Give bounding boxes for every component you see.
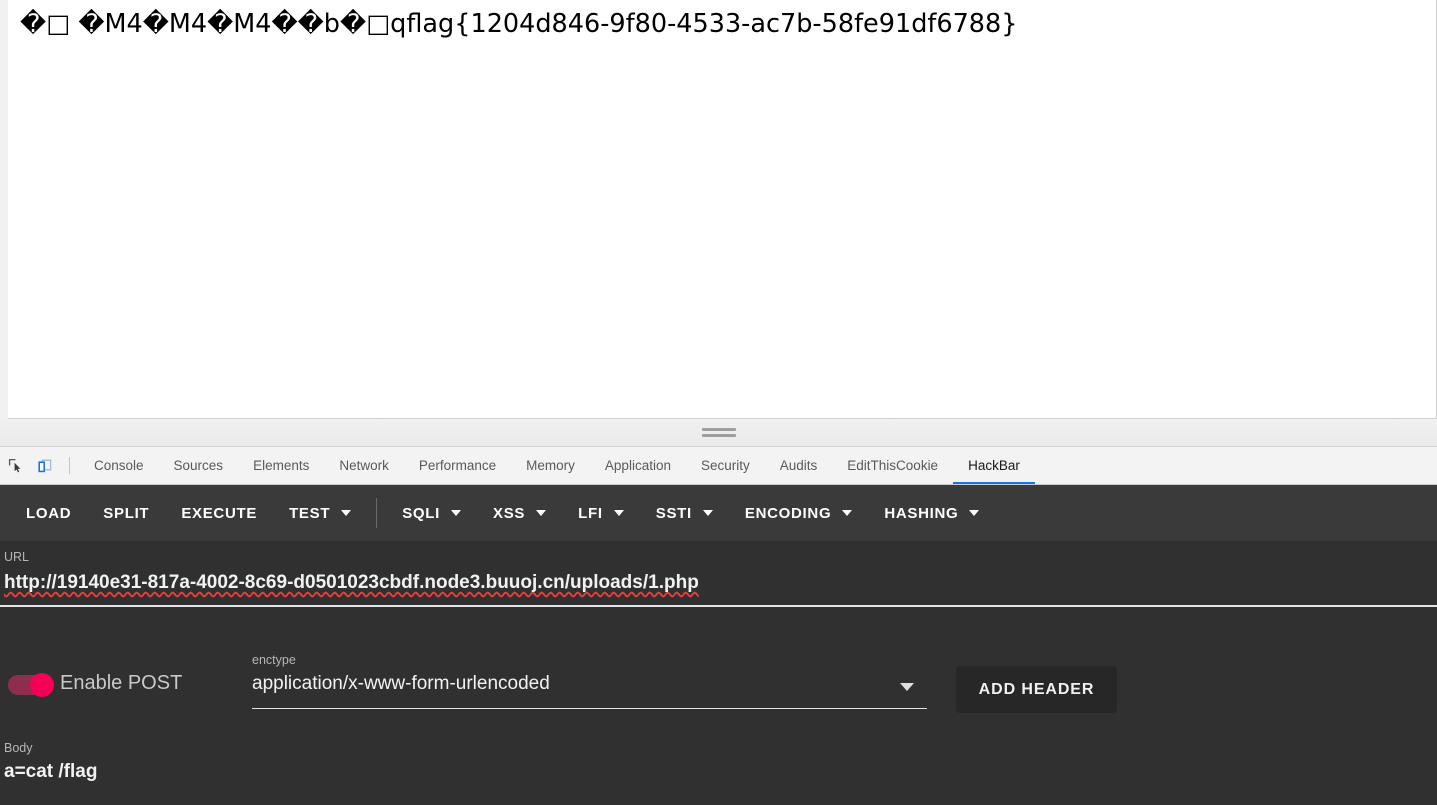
hackbar-lfi-label: LFI [578,504,603,522]
tab-audits[interactable]: Audits [765,447,833,484]
device-toolbar-icon [37,459,51,472]
tab-memory[interactable]: Memory [511,447,590,484]
hackbar-toolbar: LOAD SPLIT EXECUTE TEST SQLI XSS LFI SST… [0,485,1437,541]
inspect-element-icon [8,458,21,473]
hackbar-execute-label: EXECUTE [181,504,258,522]
hackbar-test-label: TEST [289,504,331,522]
tab-console[interactable]: Console [79,447,159,484]
chevron-down-icon[interactable] [900,683,914,691]
add-header-label: ADD HEADER [978,680,1095,698]
hackbar-xss-label: XSS [493,504,526,522]
hackbar-load-label: LOAD [26,504,72,522]
tab-editthiscookie[interactable]: EditThisCookie [832,447,953,484]
hackbar-load-button[interactable]: LOAD [10,495,87,531]
hackbar-post-section: Enable POST enctype application/x-www-fo… [0,640,1437,715]
toggle-device-toolbar-button[interactable] [31,452,58,479]
devtools-resize-splitter[interactable] [0,420,1437,447]
url-field-label: URL [4,550,30,564]
body-input[interactable]: a=cat /flag [4,761,97,783]
enctype-field-label: enctype [252,653,296,667]
php-response-output: �□ �M4�M4�M4��b�□qflag{1204d846-9f80-453… [20,9,1018,39]
tab-network[interactable]: Network [324,447,404,484]
tab-hackbar[interactable]: HackBar [953,447,1035,484]
page-content-area: �□ �M4�M4�M4��b�□qflag{1204d846-9f80-453… [8,0,1437,419]
inspect-element-button[interactable] [2,452,29,479]
hackbar-test-menu[interactable]: TEST [273,495,367,531]
hackbar-lfi-menu[interactable]: LFI [562,495,640,531]
chevron-down-icon [842,510,853,516]
hackbar-ssti-menu[interactable]: SSTI [640,495,729,531]
url-input-underline [0,605,1437,607]
tab-sources[interactable]: Sources [159,447,239,484]
enctype-select-underline [252,708,927,709]
drag-handle-icon[interactable] [701,428,736,437]
hackbar-split-button[interactable]: SPLIT [87,495,165,531]
toggle-knob [30,673,54,697]
hackbar-sqli-label: SQLI [402,504,441,522]
hackbar-hashing-menu[interactable]: HASHING [868,495,995,531]
tab-security[interactable]: Security [686,447,765,484]
browser-page-viewport: �□ �M4�M4�M4��b�□qflag{1204d846-9f80-453… [0,0,1437,420]
hackbar-ssti-label: SSTI [655,504,692,522]
toolbar-divider [69,457,70,474]
chevron-down-icon [536,510,547,516]
hackbar-hashing-label: HASHING [884,504,959,522]
tab-performance[interactable]: Performance [404,447,511,484]
hackbar-sqli-menu[interactable]: SQLI [386,495,477,531]
hackbar-body-section: Body a=cat /flag [0,733,1437,805]
hackbar-xss-menu[interactable]: XSS [477,495,562,531]
tab-application[interactable]: Application [590,447,686,484]
chevron-down-icon [702,510,713,516]
enctype-select[interactable]: application/x-www-form-urlencoded [252,673,550,695]
tab-elements[interactable]: Elements [238,447,324,484]
body-field-label: Body [4,741,33,755]
hackbar-split-label: SPLIT [103,504,150,522]
url-input[interactable]: http://19140e31-817a-4002-8c69-d0501023c… [4,572,699,594]
hackbar-encoding-label: ENCODING [744,504,832,522]
chevron-down-icon [451,510,462,516]
hackbar-url-section: URL http://19140e31-817a-4002-8c69-d0501… [0,541,1437,620]
enable-post-label: Enable POST [60,672,183,694]
hackbar-execute-button[interactable]: EXECUTE [165,495,273,531]
enable-post-toggle[interactable] [8,673,54,697]
devtools-tab-bar: Console Sources Elements Network Perform… [0,447,1437,485]
chevron-down-icon [613,510,624,516]
chevron-down-icon [341,510,352,516]
hackbar-encoding-menu[interactable]: ENCODING [729,495,868,531]
hackbar-panel: LOAD SPLIT EXECUTE TEST SQLI XSS LFI SST… [0,485,1437,805]
hackbar-toolbar-divider [376,498,378,528]
chevron-down-icon [969,510,980,516]
add-header-button[interactable]: ADD HEADER [956,666,1117,713]
